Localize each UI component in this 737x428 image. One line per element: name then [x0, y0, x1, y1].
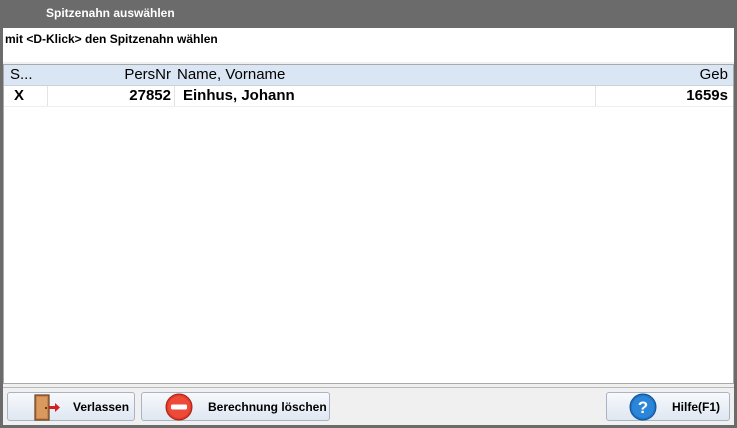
ancestor-table[interactable]: S... PersNr Name, Vorname Geb X 27852 Ei…: [3, 64, 734, 384]
help-button-label: Hilfe(F1): [672, 400, 720, 414]
cell-persnr: 27852: [129, 87, 171, 104]
column-header-s[interactable]: S...: [10, 65, 46, 85]
dialog-body: mit <D-Klick> den Spitzenahn wählen S...…: [3, 28, 734, 425]
instruction-text: mit <D-Klick> den Spitzenahn wählen: [5, 32, 218, 46]
button-bar-divider: [3, 387, 734, 388]
column-divider: [595, 86, 596, 106]
column-header-persnr[interactable]: PersNr: [50, 65, 171, 85]
column-divider: [174, 86, 175, 106]
delete-calculation-button[interactable]: Berechnung löschen: [141, 392, 330, 421]
column-divider: [47, 86, 48, 106]
delete-calculation-label: Berechnung löschen: [208, 400, 327, 414]
table-header: S... PersNr Name, Vorname Geb: [4, 65, 733, 86]
svg-text:?: ?: [638, 398, 648, 417]
window-title: Spitzenahn auswählen: [46, 6, 175, 20]
instruction-bar: mit <D-Klick> den Spitzenahn wählen: [3, 28, 734, 62]
column-header-geb[interactable]: Geb: [598, 65, 728, 85]
no-entry-icon: [164, 393, 194, 426]
cell-name: Einhus, Johann: [183, 87, 295, 104]
help-button[interactable]: ? Hilfe(F1): [606, 392, 730, 421]
title-bar: Spitzenahn auswählen: [0, 0, 737, 28]
question-mark-icon: ?: [627, 393, 659, 426]
cell-geb: 1659s: [686, 87, 728, 104]
door-exit-icon: [32, 394, 62, 426]
column-header-name[interactable]: Name, Vorname: [177, 65, 477, 85]
exit-button-label: Verlassen: [73, 400, 130, 414]
exit-button[interactable]: Verlassen: [7, 392, 135, 421]
table-row[interactable]: X 27852 Einhus, Johann 1659s: [4, 86, 733, 107]
cell-s: X: [14, 87, 25, 104]
